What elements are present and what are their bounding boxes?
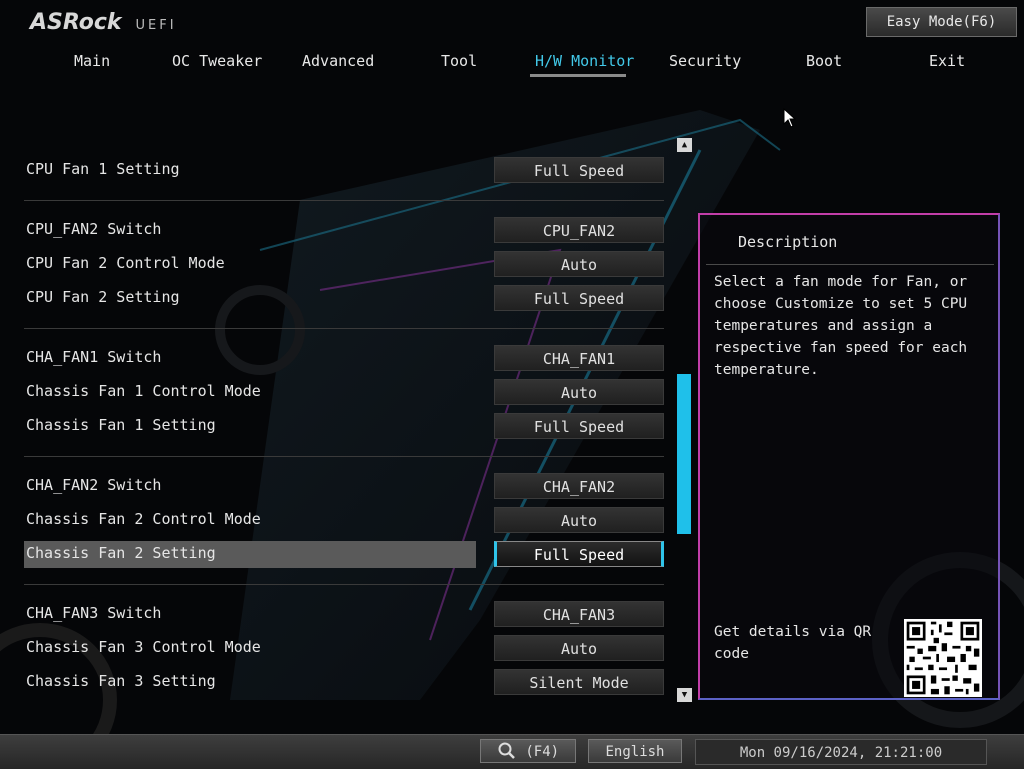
setting-label[interactable]: Chassis Fan 2 Control Mode: [26, 510, 261, 528]
status-bar: (F4) English Mon 09/16/2024, 21:21:00: [0, 734, 1024, 769]
setting-value-button[interactable]: CPU_FAN2: [494, 217, 664, 243]
search-icon: [498, 742, 515, 759]
setting-label[interactable]: Chassis Fan 1 Control Mode: [26, 382, 261, 400]
date-time-display: Mon 09/16/2024, 21:21:00: [695, 739, 987, 765]
description-text: Select a fan mode for Fan, or choose Cus…: [714, 274, 968, 378]
tab-exit[interactable]: Exit: [929, 52, 965, 70]
group-divider: [24, 328, 664, 329]
setting-label-selected[interactable]: Chassis Fan 2 Setting: [26, 544, 216, 562]
setting-label[interactable]: CPU_FAN2 Switch: [26, 220, 161, 238]
scroll-down-icon[interactable]: ▼: [677, 688, 692, 702]
setting-label[interactable]: Chassis Fan 3 Setting: [26, 672, 216, 690]
setting-value-button[interactable]: CHA_FAN3: [494, 601, 664, 627]
description-divider: [706, 264, 994, 265]
setting-value-button[interactable]: Silent Mode: [494, 669, 664, 695]
qr-caption: Get details via QR code: [714, 624, 872, 662]
scroll-up-icon[interactable]: ▲: [677, 138, 692, 152]
setting-label[interactable]: CPU Fan 1 Setting: [26, 160, 180, 178]
setting-value-button[interactable]: Auto: [494, 507, 664, 533]
mouse-cursor-icon: [783, 108, 797, 128]
setting-label[interactable]: Chassis Fan 3 Control Mode: [26, 638, 261, 656]
scrollbar-thumb[interactable]: [677, 374, 691, 534]
setting-label[interactable]: CPU Fan 2 Setting: [26, 288, 180, 306]
setting-value-button[interactable]: Auto: [494, 635, 664, 661]
setting-label[interactable]: CPU Fan 2 Control Mode: [26, 254, 225, 272]
qr-code-icon: [904, 619, 982, 697]
setting-value-button[interactable]: CHA_FAN2: [494, 473, 664, 499]
group-divider: [24, 584, 664, 585]
setting-label[interactable]: CHA_FAN2 Switch: [26, 476, 161, 494]
settings-list: CPU Fan 1 Setting Full Speed CPU_FAN2 Sw…: [0, 0, 700, 734]
setting-value-button[interactable]: Auto: [494, 379, 664, 405]
setting-value-button[interactable]: CHA_FAN1: [494, 345, 664, 371]
description-title: Description: [738, 233, 838, 251]
setting-label[interactable]: Chassis Fan 1 Setting: [26, 416, 216, 434]
search-shortcut: (F4): [525, 744, 560, 760]
setting-value-button[interactable]: Auto: [494, 251, 664, 277]
setting-label[interactable]: CHA_FAN1 Switch: [26, 348, 161, 366]
group-divider: [24, 200, 664, 201]
group-divider: [24, 456, 664, 457]
search-button[interactable]: (F4): [480, 739, 576, 763]
setting-value-button[interactable]: Full Speed: [494, 413, 664, 439]
easy-mode-button[interactable]: Easy Mode(F6): [866, 7, 1017, 37]
setting-value-button[interactable]: Full Speed: [494, 285, 664, 311]
language-button[interactable]: English: [588, 739, 682, 763]
setting-label[interactable]: CHA_FAN3 Switch: [26, 604, 161, 622]
setting-value-button[interactable]: Full Speed: [494, 157, 664, 183]
setting-value-button-selected[interactable]: Full Speed: [494, 541, 664, 567]
description-panel: Description Select a fan mode for Fan, o…: [698, 213, 1000, 700]
tab-boot[interactable]: Boot: [806, 52, 842, 70]
